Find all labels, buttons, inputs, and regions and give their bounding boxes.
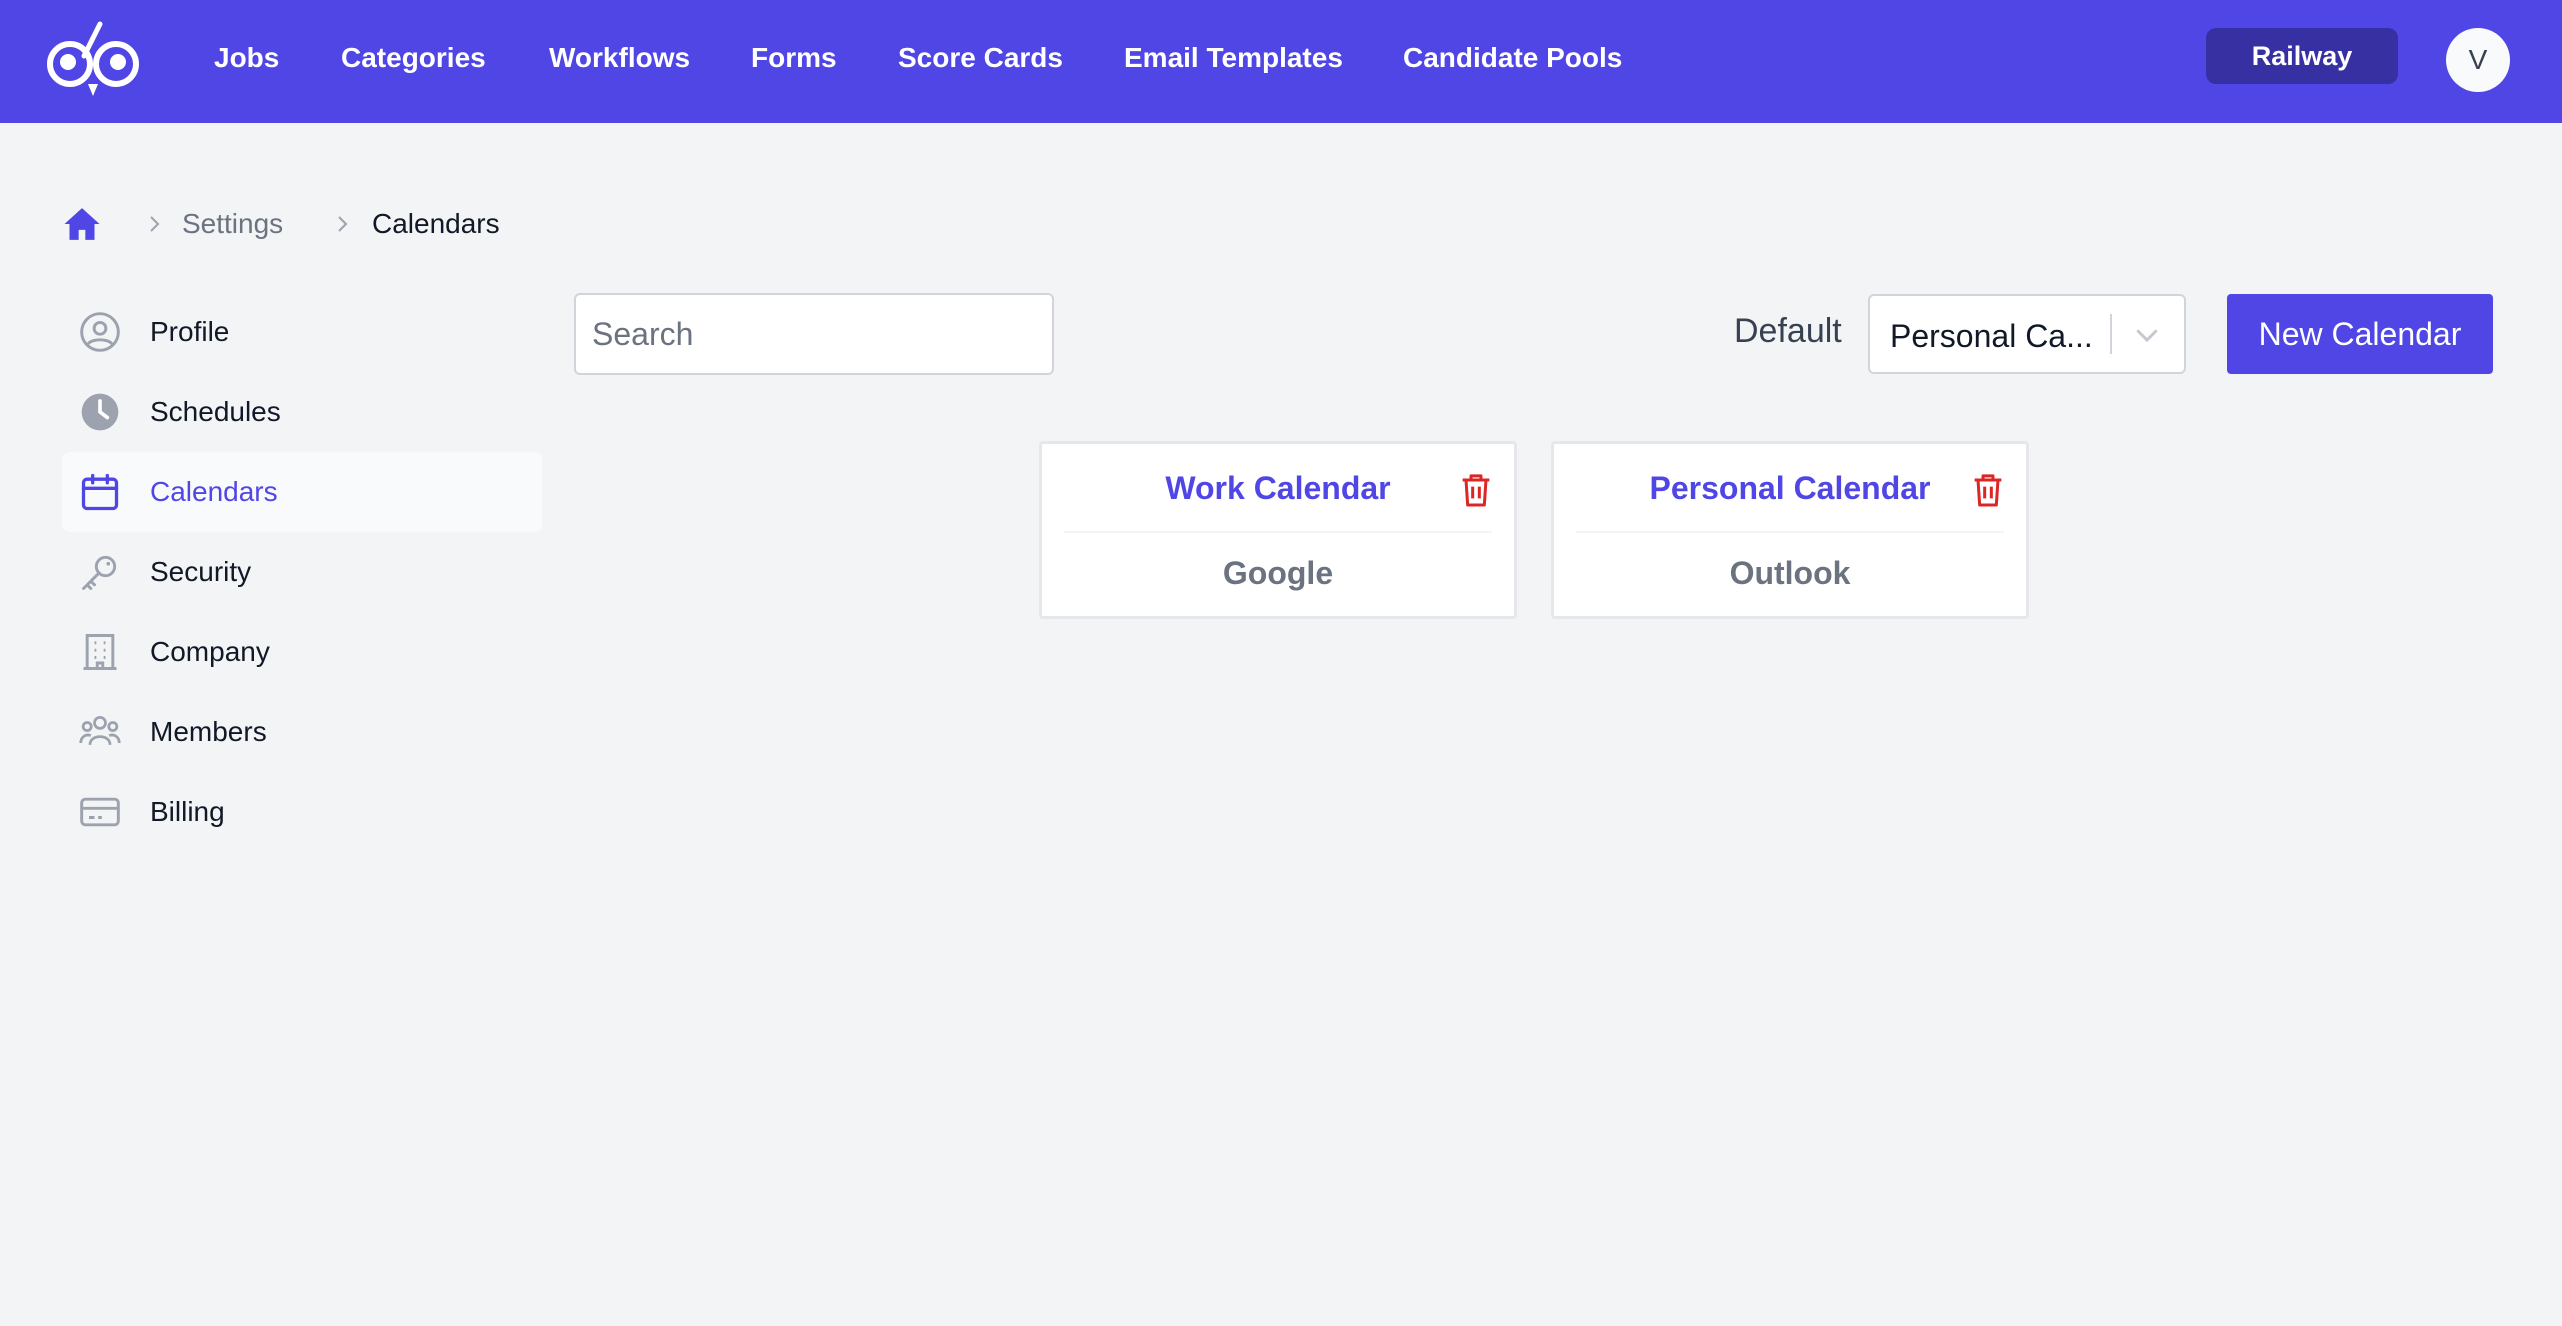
search-input[interactable] — [574, 293, 1054, 375]
trash-icon[interactable] — [1968, 470, 2008, 510]
calendar-card[interactable]: Personal Calendar Outlook — [1551, 441, 2029, 619]
app-logo-icon[interactable] — [44, 18, 144, 100]
sidebar-item-label: Security — [150, 556, 252, 587]
breadcrumb-settings[interactable]: Settings — [182, 208, 283, 240]
card-divider — [1576, 531, 2004, 533]
credit-card-icon — [80, 797, 120, 827]
sidebar-item-security[interactable]: Security — [62, 532, 542, 612]
calendar-name[interactable]: Work Calendar — [1042, 470, 1514, 507]
nav-categories[interactable]: Categories — [341, 42, 486, 74]
calendar-provider: Google — [1222, 555, 1334, 591]
trash-icon[interactable] — [1456, 470, 1496, 510]
nav-forms[interactable]: Forms — [751, 42, 837, 74]
sidebar-item-label: Schedules — [150, 396, 281, 427]
sidebar-item-members[interactable]: Members — [62, 692, 542, 772]
chevron-right-icon — [338, 216, 348, 232]
breadcrumb-calendars: Calendars — [372, 208, 500, 239]
sidebar-item-label: Members — [150, 716, 267, 747]
top-navigation-bar: Jobs Categories Workflows Forms Score Ca… — [0, 0, 2562, 123]
user-avatar[interactable]: V — [2446, 28, 2510, 92]
nav-candidate-pools[interactable]: Candidate Pools — [1403, 42, 1622, 74]
calendar-card[interactable]: Work Calendar Google — [1039, 441, 1517, 619]
sidebar-item-label: Profile — [150, 316, 230, 347]
sidebar-item-company[interactable]: Company — [62, 612, 542, 692]
calendar-name[interactable]: Personal Calendar — [1554, 470, 2026, 507]
sidebar-item-profile[interactable]: Profile — [62, 292, 542, 372]
home-icon[interactable] — [62, 204, 102, 244]
sidebar-item-billing[interactable]: Billing — [62, 772, 542, 852]
sidebar-item-label: Calendars — [150, 476, 278, 507]
key-icon — [82, 555, 117, 590]
default-calendar-value: Personal Ca... — [1890, 318, 2093, 354]
sidebar-item-label: Company — [150, 636, 270, 667]
calendar-icon — [81, 473, 119, 511]
nav-score-cards[interactable]: Score Cards — [898, 42, 1063, 74]
sidebar-item-label: Billing — [150, 796, 225, 827]
card-divider — [1064, 531, 1492, 533]
sidebar-item-schedules[interactable]: Schedules — [62, 372, 542, 452]
chevron-down-icon[interactable] — [2132, 320, 2162, 350]
default-calendar-label: Default — [1734, 312, 1842, 350]
calendar-provider: Outlook — [1729, 555, 1851, 591]
default-calendar-select[interactable]: Personal Ca... — [1868, 294, 2186, 374]
organization-switcher-button[interactable]: Railway — [2206, 28, 2398, 84]
users-icon — [79, 715, 121, 746]
nav-email-templates[interactable]: Email Templates — [1124, 42, 1343, 74]
building-icon — [83, 634, 117, 670]
nav-jobs[interactable]: Jobs — [214, 42, 279, 74]
user-circle-icon — [80, 312, 120, 352]
chevron-right-icon — [150, 216, 160, 232]
new-calendar-button[interactable]: New Calendar — [2227, 294, 2493, 374]
clock-icon — [81, 393, 119, 431]
select-divider — [2110, 314, 2112, 354]
sidebar-item-calendars[interactable]: Calendars — [62, 452, 542, 532]
nav-workflows[interactable]: Workflows — [549, 42, 690, 74]
